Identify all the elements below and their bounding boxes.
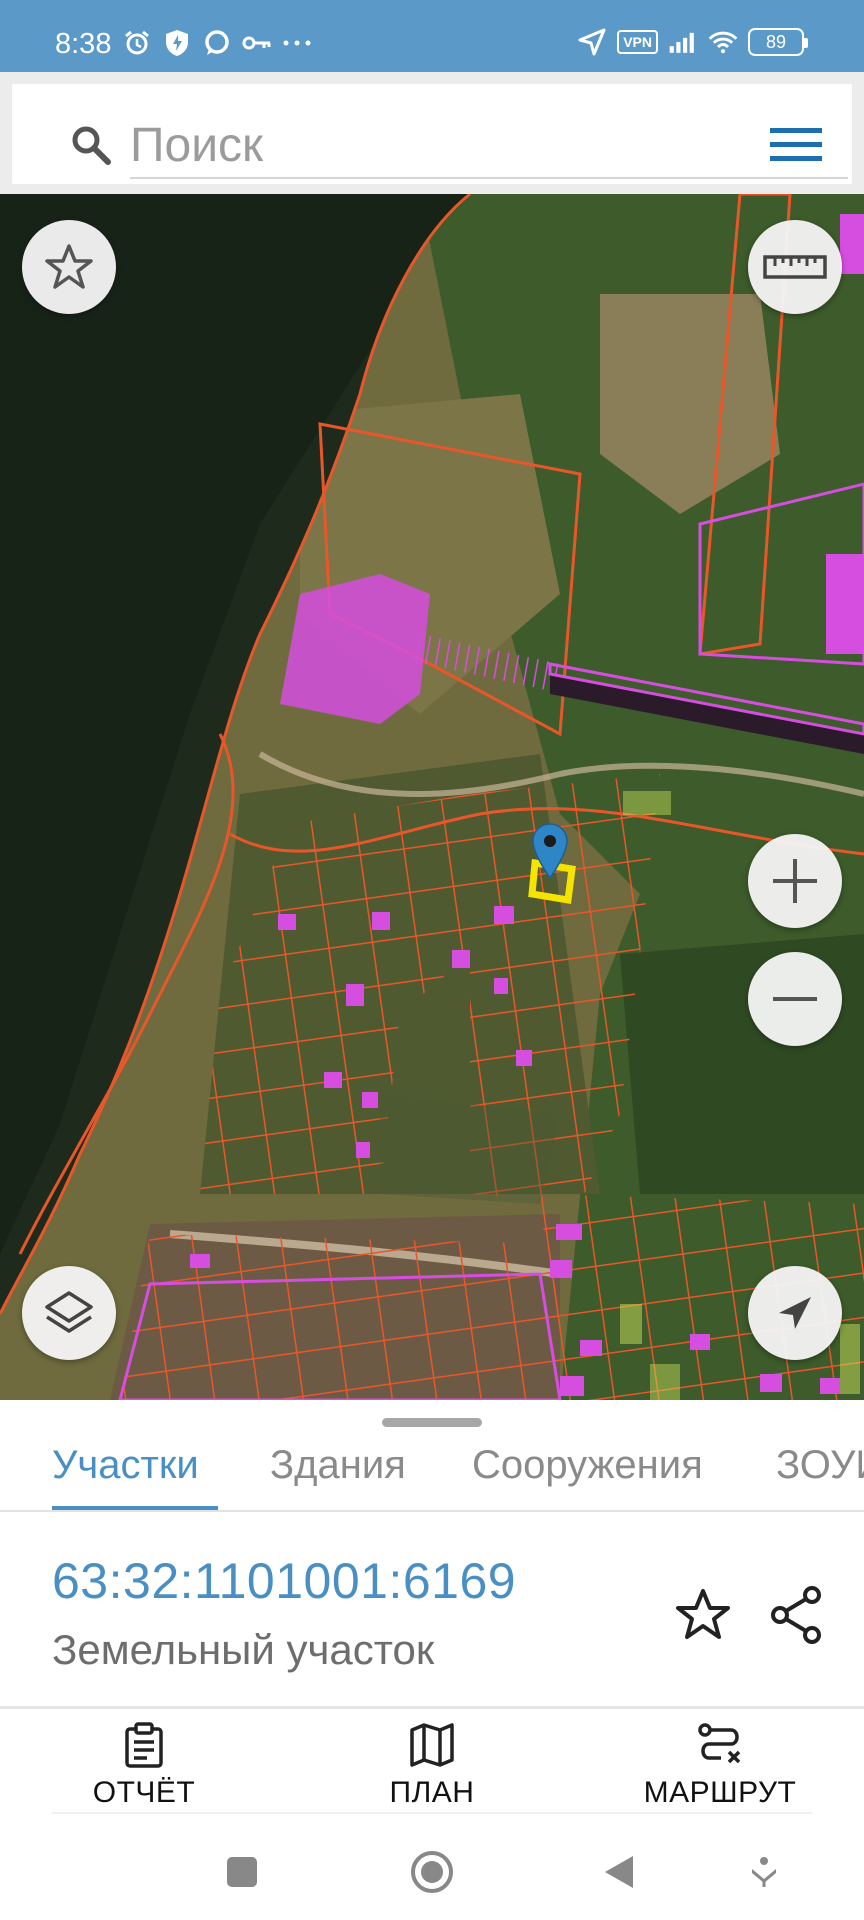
shield-bolt-icon <box>162 28 192 58</box>
parcel-type: Земельный участок <box>52 1626 435 1673</box>
status-right-icons: VPN 89 <box>577 27 808 57</box>
report-button[interactable]: ОТЧЁТ <box>44 1722 244 1822</box>
tab-parcels[interactable]: Участки <box>52 1436 199 1510</box>
route-button[interactable]: МАРШРУТ <box>620 1722 820 1822</box>
wifi-icon <box>708 27 738 57</box>
back-icon[interactable] <box>596 1848 644 1896</box>
ruler-icon <box>763 255 827 279</box>
location-arrow-icon <box>577 27 607 57</box>
signal-icon <box>668 27 698 57</box>
status-time: 8:38 <box>55 28 112 60</box>
chat-icon <box>202 28 232 58</box>
navigation-arrow-icon <box>779 1297 811 1329</box>
layers-icon <box>45 1291 93 1333</box>
zoom-in-button[interactable] <box>748 834 842 928</box>
parcel-cadastral-number[interactable]: 63:32:1101001:6169 <box>52 1552 516 1610</box>
report-label: ОТЧЁТ <box>92 1776 196 1809</box>
divider <box>0 1706 864 1709</box>
zoom-out-icon <box>773 997 817 1001</box>
clipboard-icon <box>125 1722 163 1768</box>
plan-button[interactable]: ПЛАН <box>332 1722 532 1822</box>
drag-handle[interactable] <box>382 1418 482 1427</box>
map-view[interactable] <box>0 194 864 1400</box>
vpn-badge: VPN <box>617 30 658 54</box>
status-left-icons <box>122 28 312 58</box>
tab-buildings[interactable]: Здания <box>270 1436 406 1510</box>
key-icon <box>242 28 272 58</box>
tab-zouit[interactable]: ЗОУИТ <box>776 1436 864 1510</box>
search-icon[interactable] <box>70 124 112 166</box>
home-icon[interactable] <box>408 1848 456 1896</box>
layers-button[interactable] <box>22 1266 116 1360</box>
tab-structures[interactable]: Сооружения <box>472 1436 703 1510</box>
hamburger-menu-icon[interactable] <box>770 126 822 164</box>
zoom-in-icon <box>773 859 817 903</box>
assistant-icon[interactable] <box>740 1848 788 1896</box>
search-box <box>12 84 852 184</box>
map-icon <box>410 1723 454 1767</box>
plan-label: ПЛАН <box>389 1776 475 1809</box>
zoom-out-button[interactable] <box>748 952 842 1046</box>
favorite-star-icon[interactable] <box>674 1586 732 1644</box>
more-dots-icon <box>282 28 312 58</box>
route-label: МАРШРУТ <box>643 1776 797 1809</box>
recent-apps-icon[interactable] <box>218 1848 266 1896</box>
search-panel <box>0 72 864 194</box>
category-tabs: Участки Здания Сооружения ЗОУИТ <box>0 1436 864 1512</box>
favorite-map-button[interactable] <box>22 220 116 314</box>
star-outline-icon <box>45 244 93 289</box>
active-tab-indicator <box>52 1506 218 1510</box>
status-bar: 8:38 VPN 89 <box>0 0 864 72</box>
share-icon[interactable] <box>770 1586 822 1644</box>
route-icon <box>698 1723 741 1764</box>
system-navigation-bar <box>0 1820 864 1920</box>
satellite-map <box>0 194 864 1400</box>
search-input[interactable] <box>130 114 848 179</box>
alarm-icon <box>122 28 152 58</box>
actions-divider <box>52 1812 812 1814</box>
ruler-button[interactable] <box>748 220 842 314</box>
my-location-button[interactable] <box>748 1266 842 1360</box>
battery-icon: 89 <box>748 28 808 56</box>
